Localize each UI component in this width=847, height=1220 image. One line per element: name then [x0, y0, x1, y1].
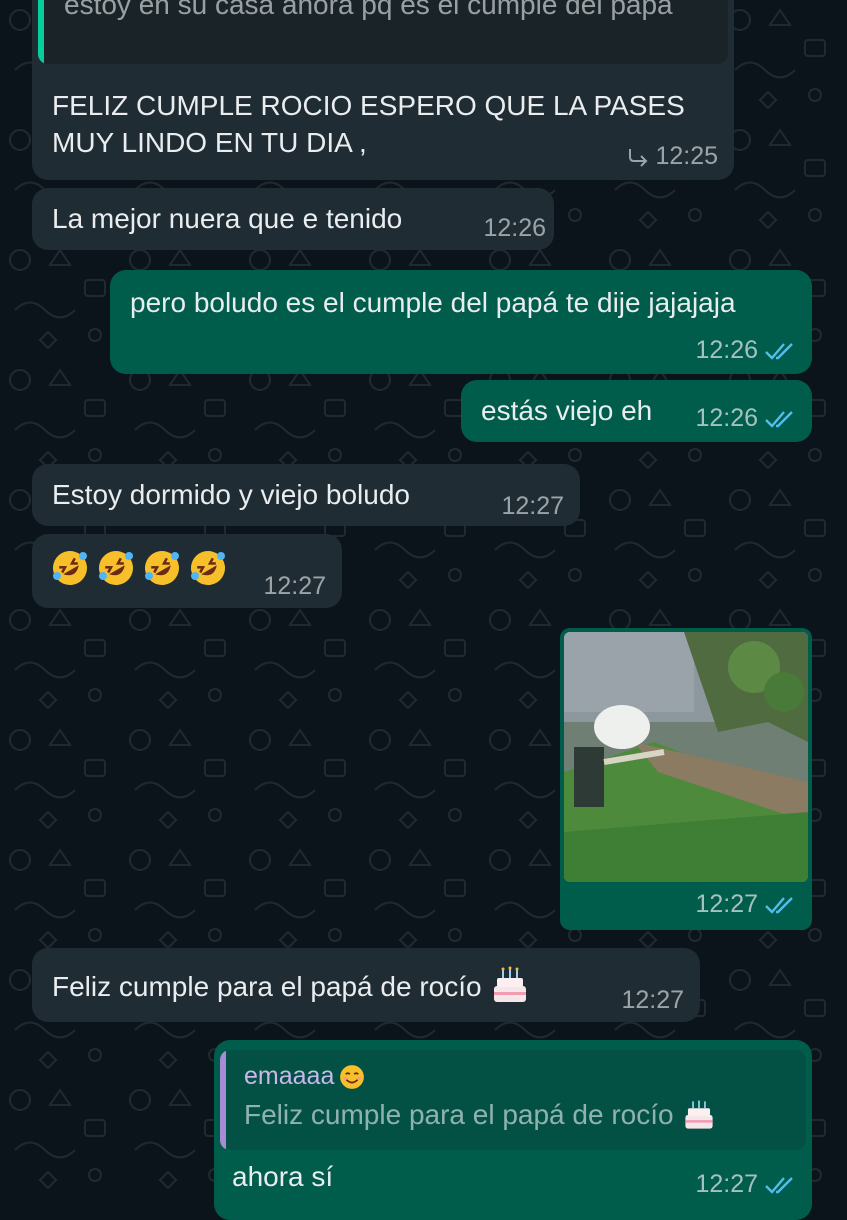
- quote-bar: [220, 1050, 226, 1150]
- quoted-message[interactable]: estoy en su casa ahora pq es el cumple d…: [38, 0, 728, 64]
- message-bubble-incoming[interactable]: La mejor nuera que e tenido 12:26: [32, 188, 554, 250]
- message-time: 12:27: [695, 1170, 758, 1198]
- birthday-cake-emoji: [684, 1100, 713, 1129]
- rolling-on-floor-laughing-emoji: [145, 551, 179, 585]
- message-time: 12:26: [695, 404, 758, 432]
- message-meta: 12:27: [501, 492, 564, 521]
- quote-bar: [38, 0, 44, 64]
- read-receipt-icon: [765, 342, 793, 360]
- message-text: Estoy dormido y viejo boludo: [52, 479, 410, 510]
- quoted-message[interactable]: emaaaa Feliz cumple para el papá de rocí…: [220, 1050, 806, 1150]
- message-time: 12:27: [621, 986, 684, 1014]
- message-time: 12:26: [695, 336, 758, 364]
- quoted-text-content: Feliz cumple para el papá de rocío: [244, 1099, 674, 1130]
- message-meta: 12:25: [625, 142, 718, 171]
- message-meta: 12:27: [695, 890, 796, 919]
- message-bubble-outgoing[interactable]: estás viejo eh 12:26: [461, 380, 812, 442]
- message-text: Feliz cumple para el papá de rocío: [52, 966, 530, 1006]
- read-receipt-icon: [765, 1176, 793, 1194]
- quoted-text: Feliz cumple para el papá de rocío: [244, 1096, 716, 1133]
- quoted-text: estoy en su casa ahora pq es el cumple d…: [64, 0, 673, 20]
- message-bubble-incoming[interactable]: estoy en su casa ahora pq es el cumple d…: [32, 0, 734, 180]
- message-meta: 12:27: [263, 572, 326, 601]
- message-time: 12:26: [483, 214, 546, 242]
- message-meta: 12:27: [621, 986, 684, 1015]
- message-meta: 12:26: [483, 214, 546, 243]
- message-text: La mejor nuera que e tenido: [52, 203, 403, 234]
- message-meta: 12:26: [695, 336, 796, 365]
- message-bubble-outgoing[interactable]: pero boludo es el cumple del papá te dij…: [110, 270, 812, 374]
- emoji-row: [50, 548, 228, 588]
- message-text: pero boludo es el cumple del papá te dij…: [130, 287, 736, 318]
- message-meta: 12:27: [695, 1170, 796, 1199]
- message-time: 12:27: [695, 890, 758, 918]
- message-meta: 12:26: [695, 404, 796, 433]
- message-text: estás viejo eh: [481, 395, 653, 426]
- message-bubble-outgoing[interactable]: 12:27: [560, 628, 812, 930]
- shared-photo[interactable]: [564, 632, 808, 882]
- message-text-content: Feliz cumple para el papá de rocío: [52, 970, 482, 1002]
- read-receipt-icon: [765, 896, 793, 914]
- message-bubble-incoming[interactable]: Estoy dormido y viejo boludo 12:27: [32, 464, 580, 526]
- quoted-author: emaaaa: [244, 1062, 366, 1091]
- message-bubble-incoming[interactable]: Feliz cumple para el papá de rocío 12:27: [32, 948, 700, 1022]
- message-bubble-outgoing[interactable]: emaaaa Feliz cumple para el papá de rocí…: [214, 1040, 812, 1220]
- message-time: 12:27: [501, 492, 564, 520]
- message-time: 12:25: [655, 142, 718, 170]
- birthday-cake-emoji: [493, 966, 526, 1002]
- message-time: 12:27: [263, 572, 326, 600]
- message-text: ahora sí: [232, 1161, 334, 1192]
- reply-arrow-icon: [629, 148, 648, 167]
- rolling-on-floor-laughing-emoji: [53, 551, 87, 585]
- smiling-face-emoji: [340, 1064, 365, 1089]
- read-receipt-icon: [765, 410, 793, 428]
- rolling-on-floor-laughing-emoji: [99, 551, 133, 585]
- quoted-author-name: emaaaa: [244, 1062, 335, 1090]
- rolling-on-floor-laughing-emoji: [191, 551, 225, 585]
- message-bubble-incoming[interactable]: 12:27: [32, 534, 342, 608]
